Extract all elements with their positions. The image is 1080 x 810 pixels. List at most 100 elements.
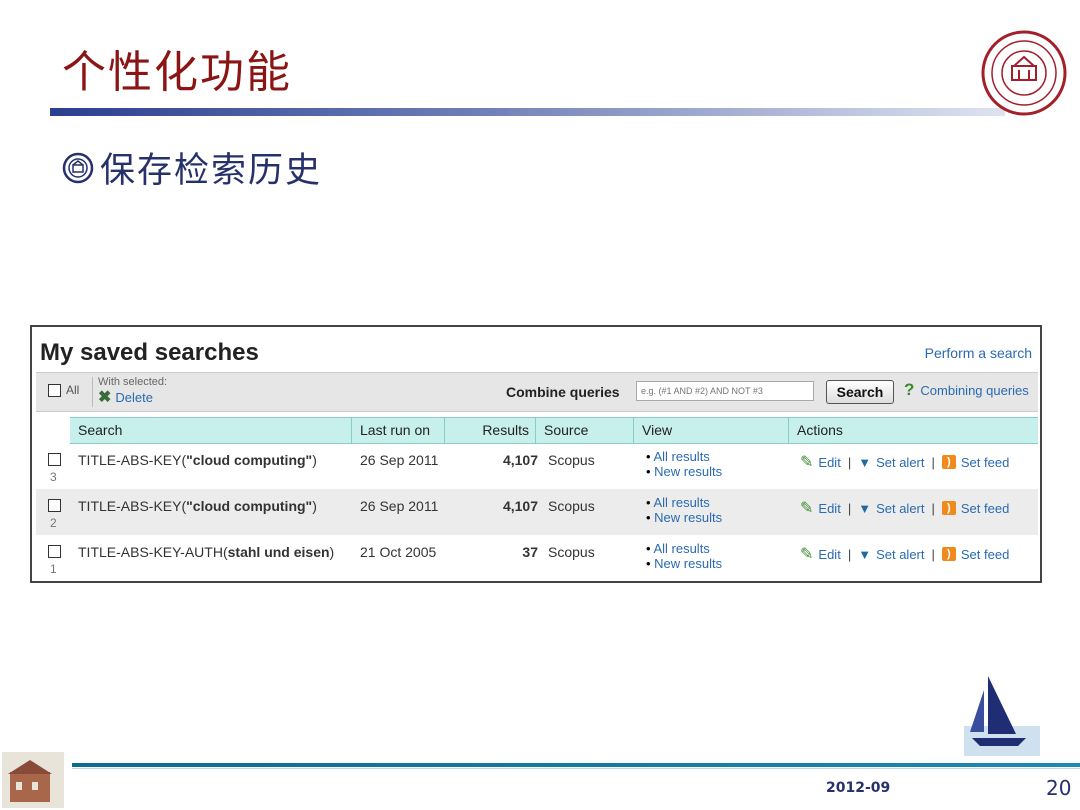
table-row: 2 TITLE-ABS-KEY("cloud computing") 26 Se… (36, 489, 1038, 535)
combining-queries-link: Combining queries (920, 382, 1029, 398)
combining-queries-help[interactable]: ? Combining queries (904, 380, 1029, 400)
action-separator: | (931, 454, 935, 470)
all-results-item: • All results (646, 495, 710, 510)
query-term: stahl und eisen (227, 544, 330, 560)
set-feed-link[interactable]: Set feed (961, 501, 1009, 516)
new-results-item: • New results (646, 510, 723, 525)
footer-divider-thin (72, 768, 1080, 769)
column-header-view: View (634, 418, 789, 443)
new-results-link[interactable]: New results (654, 510, 722, 525)
rss-icon: ) (941, 501, 956, 515)
table-row: 1 TITLE-ABS-KEY-AUTH(stahl und eisen) 21… (36, 535, 1038, 581)
saved-searches-panel: My saved searches Perform a search All W… (30, 325, 1042, 583)
row-checkbox[interactable] (48, 545, 61, 558)
results-count: 4,107 (502, 498, 538, 514)
panel-heading: My saved searches (40, 339, 259, 366)
source: Scopus (548, 498, 595, 514)
table-header: Search Last run on Results Source View A… (70, 417, 1038, 444)
pencil-icon: ✎ (800, 454, 814, 471)
pencil-icon: ✎ (800, 500, 814, 517)
set-feed-link[interactable]: Set feed (961, 455, 1009, 470)
new-results-item: • New results (646, 556, 723, 571)
table-row: 3 TITLE-ABS-KEY("cloud computing") 26 Se… (36, 443, 1038, 489)
row-checkbox[interactable] (48, 453, 61, 466)
edit-link[interactable]: Edit (818, 547, 840, 562)
row-number: 3 (50, 470, 57, 484)
toolbar: All With selected: ✖ Delete Combine quer… (36, 372, 1038, 412)
all-results-item: • All results (646, 449, 710, 464)
column-header-results[interactable]: Results (445, 418, 536, 443)
column-header-actions: Actions (797, 422, 843, 438)
results-count: 4,107 (502, 452, 538, 468)
campus-photo-icon (2, 752, 64, 808)
edit-link[interactable]: Edit (818, 501, 840, 516)
delete-label: Delete (115, 390, 153, 405)
all-results-link[interactable]: All results (653, 449, 709, 464)
action-separator: | (847, 454, 852, 470)
edit-link[interactable]: Edit (818, 455, 840, 470)
all-results-link[interactable]: All results (653, 541, 709, 556)
query-suffix: ) (312, 452, 317, 468)
new-results-link[interactable]: New results (654, 556, 722, 571)
delete-button[interactable]: ✖ Delete (98, 388, 153, 406)
column-header-source[interactable]: Source (536, 418, 634, 443)
search-query[interactable]: TITLE-ABS-KEY-AUTH(stahl und eisen) (78, 544, 334, 560)
column-header-search[interactable]: Search (70, 418, 352, 443)
all-results-link[interactable]: All results (653, 495, 709, 510)
combine-queries-input[interactable] (636, 381, 814, 401)
search-query[interactable]: TITLE-ABS-KEY("cloud computing") (78, 452, 317, 468)
action-separator: | (931, 500, 935, 516)
query-suffix: ) (329, 544, 335, 560)
action-separator: | (847, 546, 852, 562)
bullet-item: 保存检索历史 (62, 142, 322, 193)
new-results-item: • New results (646, 464, 723, 479)
slide-title: 个性化功能 (62, 47, 292, 98)
source: Scopus (548, 544, 595, 560)
rss-icon: ) (941, 455, 956, 469)
university-seal-icon (981, 30, 1067, 116)
action-separator: | (847, 500, 852, 516)
sailboat-icon (964, 676, 1040, 756)
query-term: "cloud computing" (186, 498, 313, 514)
search-button[interactable]: Search (826, 380, 894, 404)
last-run-date: 21 Oct 2005 (360, 544, 437, 560)
query-prefix: TITLE-ABS-KEY( (78, 452, 187, 468)
row-checkbox[interactable] (48, 499, 61, 512)
bell-icon: ▼ (858, 546, 872, 562)
action-separator: | (931, 546, 935, 562)
last-run-date: 26 Sep 2011 (360, 452, 439, 468)
set-alert-link[interactable]: Set alert (876, 455, 924, 470)
query-term: "cloud computing" (186, 452, 313, 468)
all-results-item: • All results (646, 541, 710, 556)
combine-queries-label: Combine queries (506, 384, 620, 400)
set-feed-link[interactable]: Set feed (961, 547, 1009, 562)
slide-subtitle: 保存检索历史 (100, 151, 323, 191)
bell-icon: ▼ (858, 500, 872, 516)
pencil-icon: ✎ (800, 546, 814, 563)
query-suffix: ) (312, 498, 317, 514)
column-header-last-run[interactable]: Last run on (352, 418, 445, 443)
search-query[interactable]: TITLE-ABS-KEY("cloud computing") (78, 498, 317, 514)
view-links: • All results • New results (646, 449, 722, 479)
new-results-link[interactable]: New results (654, 464, 722, 479)
set-alert-link[interactable]: Set alert (876, 547, 924, 562)
bell-icon: ▼ (858, 454, 872, 470)
footer-divider (72, 763, 1080, 767)
view-links: • All results • New results (646, 495, 722, 525)
footer-date: 2012-09 (826, 780, 891, 796)
row-number: 2 (50, 516, 57, 530)
x-icon: ✖ (98, 388, 112, 406)
perform-search-link[interactable]: Perform a search (925, 345, 1032, 361)
source: Scopus (548, 452, 595, 468)
row-number: 1 (50, 562, 57, 576)
seal-bullet-icon (62, 152, 94, 183)
row-actions: ✎ Edit | ▼ Set alert | ) Set feed (800, 544, 1009, 564)
set-alert-link[interactable]: Set alert (876, 501, 924, 516)
select-all[interactable]: All (48, 383, 79, 397)
results-count: 37 (522, 544, 538, 560)
view-links: • All results • New results (646, 541, 722, 571)
rss-icon: ) (941, 547, 956, 561)
query-prefix: TITLE-ABS-KEY( (78, 498, 187, 514)
select-all-checkbox[interactable] (48, 383, 61, 397)
toolbar-divider (92, 377, 93, 407)
